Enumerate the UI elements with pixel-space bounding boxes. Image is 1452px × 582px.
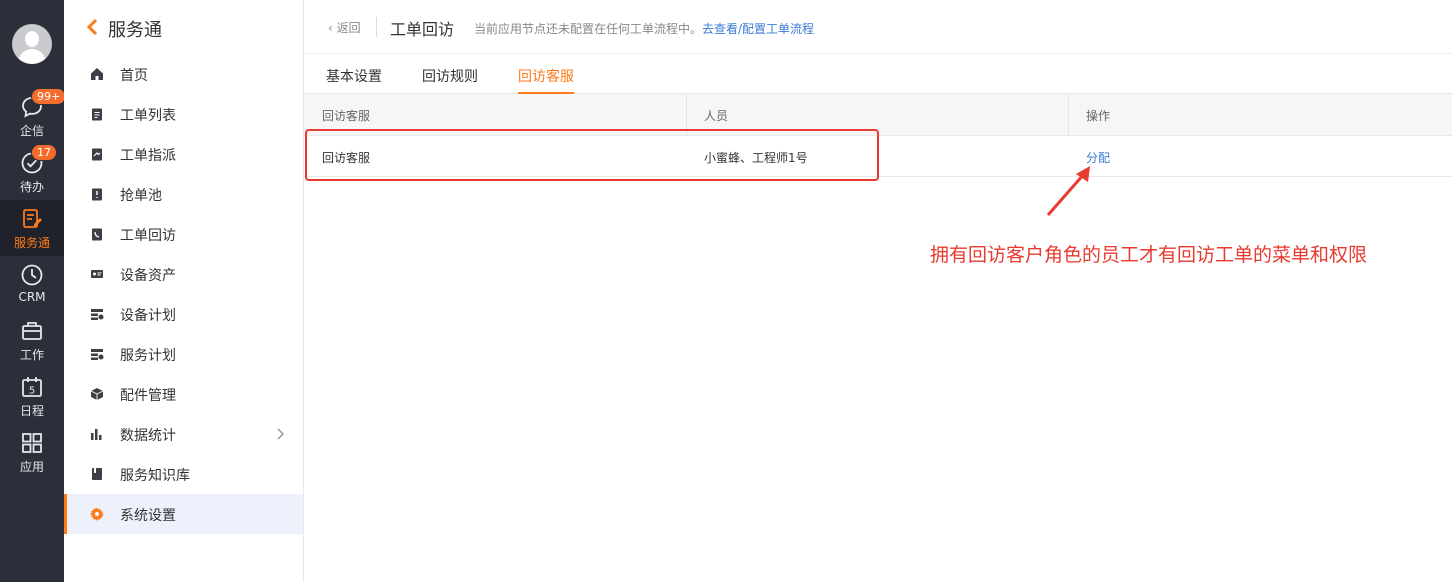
rail-item-service[interactable]: 服务通 <box>0 200 64 256</box>
rail-label: 服务通 <box>13 236 50 250</box>
divider <box>376 17 377 37</box>
sidebar-item-label: 数据统计 <box>120 428 176 444</box>
tab-revisit-agents[interactable]: 回访客服 <box>518 66 574 94</box>
briefcase-icon <box>22 322 42 340</box>
sidebar-item-label: 服务知识库 <box>120 468 190 484</box>
grab-icon <box>92 188 102 201</box>
home-icon <box>91 68 103 80</box>
configure-workflow-link[interactable]: 去查看/配置工单流程 <box>702 22 814 36</box>
service-edit-icon <box>23 209 42 228</box>
sidebar-menu: 首页 工单列表 工单指派 抢单池 工单回访 设备资产 设备计划 服务计划 配件管… <box>64 54 303 534</box>
clock-icon <box>21 264 43 286</box>
rail-item-qixin[interactable]: 企信 99+ <box>0 88 67 144</box>
sidebar-item-grab-pool[interactable]: 抢单池 <box>64 174 303 214</box>
tab-revisit-rules[interactable]: 回访规则 <box>422 66 478 94</box>
sidebar-item-label: 服务计划 <box>120 348 176 364</box>
device-icon <box>91 270 103 278</box>
annotation-arrow-icon <box>1046 166 1090 216</box>
todo-badge: 17 <box>31 144 57 161</box>
page-title: 工单回访 <box>390 20 455 39</box>
sidebar-item-label: 工单回访 <box>120 228 176 244</box>
gear-icon <box>90 507 104 521</box>
back-button[interactable]: ‹ 返回 <box>328 19 361 36</box>
rail-item-apps[interactable]: 应用 <box>0 424 64 480</box>
sidebar-item-knowledge-base[interactable]: 服务知识库 <box>64 454 303 494</box>
rail-label: 工作 <box>19 348 44 362</box>
unread-badge: 99+ <box>31 88 67 105</box>
global-nav-rail: 企信 99+ 待办 17 服务通 CRM 工作 5 日程 应用 <box>0 0 67 582</box>
clipboard-icon <box>92 108 102 121</box>
column-header: 操作 <box>1086 109 1111 123</box>
sidebar-title: 服务通 <box>108 20 162 41</box>
calendar-icon: 5 <box>22 377 42 397</box>
sidebar-item-service-plan[interactable]: 服务计划 <box>64 334 303 374</box>
rail-label: 应用 <box>19 460 44 474</box>
sidebar-item-ticket-list[interactable]: 工单列表 <box>64 94 303 134</box>
chevron-left-icon[interactable] <box>86 17 100 37</box>
avatar[interactable] <box>12 24 52 64</box>
rail-label: 待办 <box>19 180 44 194</box>
column-divider <box>1068 94 1069 136</box>
sidebar-item-statistics[interactable]: 数据统计 <box>64 414 303 454</box>
plan-icon <box>91 309 104 320</box>
sidebar-item-system-settings[interactable]: 系统设置 <box>64 494 303 534</box>
sidebar-item-ticket-assign[interactable]: 工单指派 <box>64 134 303 174</box>
bar-chart-icon <box>91 429 102 440</box>
sidebar-item-label: 设备计划 <box>120 308 176 324</box>
sidebar-item-label: 配件管理 <box>120 388 176 404</box>
rail-label: CRM <box>18 290 46 304</box>
app-sidebar: 服务通 首页 工单列表 工单指派 抢单池 工单回访 设备资产 设备计划 服务计划… <box>64 0 304 582</box>
sidebar-item-label: 设备资产 <box>120 268 176 284</box>
tab-bar: 基本设置 回访规则 回访客服 <box>304 54 1452 94</box>
sidebar-item-device-assets[interactable]: 设备资产 <box>64 254 303 294</box>
column-header: 回访客服 <box>322 109 371 123</box>
tab-basic-settings[interactable]: 基本设置 <box>326 66 382 94</box>
plan-icon <box>91 349 104 360</box>
sidebar-item-label: 系统设置 <box>120 508 176 524</box>
box-icon <box>90 388 104 400</box>
annotation-text: 拥有回访客户角色的员工才有回访工单的菜单和权限 <box>930 244 1368 266</box>
main-content: ‹ 返回 工单回访 当前应用节点还未配置在任何工单流程中。去查看/配置工单流程 … <box>304 0 1452 582</box>
rail-label: 企信 <box>19 124 44 138</box>
sidebar-item-ticket-revisit[interactable]: 工单回访 <box>64 214 303 254</box>
rail-item-work[interactable]: 工作 <box>0 312 64 368</box>
book-icon <box>92 468 102 480</box>
grid-icon <box>22 433 42 453</box>
sidebar-header: 服务通 <box>64 0 303 54</box>
rail-item-calendar[interactable]: 5 日程 <box>0 368 64 424</box>
rail-item-todo[interactable]: 待办 17 <box>0 144 64 200</box>
sidebar-item-device-plan[interactable]: 设备计划 <box>64 294 303 334</box>
sidebar-item-home[interactable]: 首页 <box>64 54 303 94</box>
svg-text:5: 5 <box>29 386 35 397</box>
app-window: 企信 99+ 待办 17 服务通 CRM 工作 5 日程 应用 服务通 首页 工… <box>0 0 1452 582</box>
workflow-notice: 当前应用节点还未配置在任何工单流程中。去查看/配置工单流程 <box>474 22 815 36</box>
highlight-box <box>305 129 879 181</box>
sidebar-item-parts[interactable]: 配件管理 <box>64 374 303 414</box>
sidebar-item-label: 首页 <box>120 68 148 84</box>
chevron-right-icon <box>277 428 285 440</box>
assign-icon <box>92 148 102 161</box>
page-header: ‹ 返回 工单回访 当前应用节点还未配置在任何工单流程中。去查看/配置工单流程 <box>304 0 1452 54</box>
sidebar-item-label: 工单指派 <box>120 148 176 164</box>
phone-icon <box>92 228 102 241</box>
column-header: 人员 <box>704 109 729 123</box>
sidebar-item-label: 工单列表 <box>120 108 176 124</box>
sidebar-item-label: 抢单池 <box>120 188 162 204</box>
rail-label: 日程 <box>19 404 44 418</box>
rail-item-crm[interactable]: CRM <box>0 256 64 312</box>
